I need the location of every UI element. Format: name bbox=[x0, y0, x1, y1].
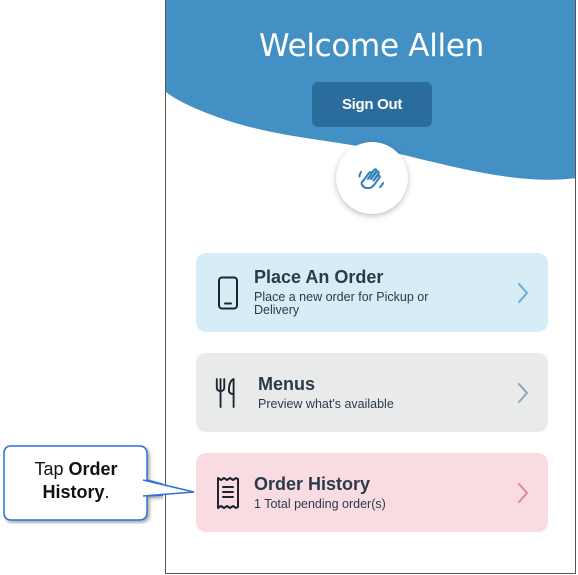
waving-hand-badge bbox=[336, 142, 408, 214]
chevron-right-icon bbox=[518, 483, 528, 503]
callout-text: Tap Order History. bbox=[6, 458, 146, 504]
welcome-heading: Welcome Allen bbox=[259, 28, 484, 64]
screenshot-canvas: Welcome Allen Sign Out Place An Order Pl… bbox=[0, 0, 578, 575]
callout-suffix: . bbox=[104, 482, 110, 502]
fork-knife-icon bbox=[214, 375, 242, 411]
card-title: Menus bbox=[258, 374, 316, 394]
chevron-right-icon bbox=[518, 383, 528, 403]
menus-card[interactable]: Menus Preview what's available bbox=[196, 353, 548, 432]
receipt-icon bbox=[214, 475, 242, 511]
place-order-card[interactable]: Place An Order Place a new order for Pic… bbox=[196, 253, 548, 332]
order-history-card[interactable]: Order History 1 Total pending order(s) bbox=[196, 453, 548, 532]
waving-hand-icon bbox=[358, 168, 384, 190]
callout-pointer bbox=[140, 479, 195, 497]
sign-out-button[interactable]: Sign Out bbox=[312, 82, 432, 127]
card-title: Order History bbox=[254, 474, 371, 494]
app-screen: Welcome Allen Sign Out Place An Order Pl… bbox=[165, 0, 576, 574]
card-title: Place An Order bbox=[254, 267, 384, 287]
card-subtitle: Preview what's available bbox=[258, 397, 394, 411]
chevron-right-icon bbox=[518, 283, 528, 303]
card-subtitle: 1 Total pending order(s) bbox=[254, 497, 386, 511]
card-subtitle: Place a new order for Pickup or Delivery bbox=[254, 290, 429, 317]
callout-prefix: Tap bbox=[34, 459, 69, 479]
smartphone-icon bbox=[214, 275, 242, 311]
